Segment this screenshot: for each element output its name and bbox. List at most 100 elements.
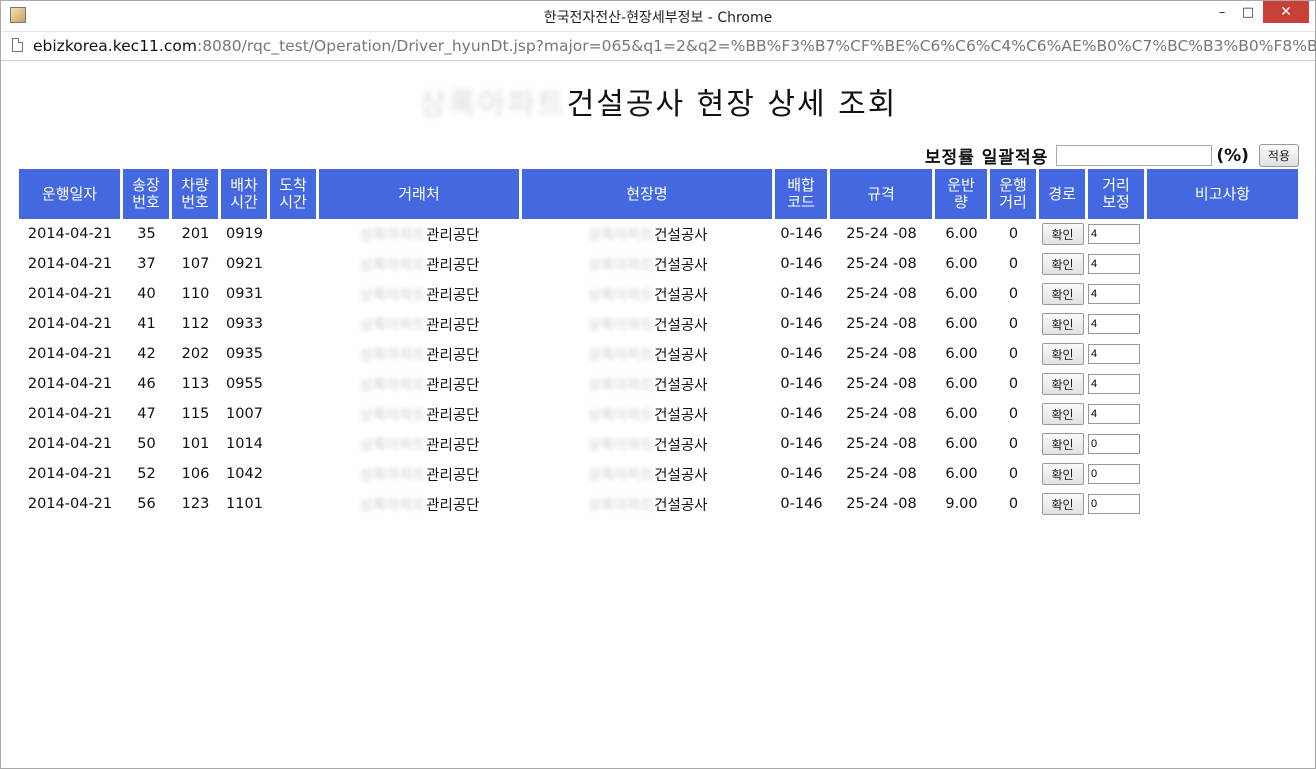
column-header: 규격 — [830, 169, 933, 219]
client-redacted: 상록아파트 — [359, 257, 427, 274]
page-title-text: 건설공사 현장 상세 조회 — [566, 87, 898, 122]
distance-correction-input[interactable] — [1088, 404, 1140, 424]
cell-distance: 0 — [1008, 406, 1019, 422]
site-name: 건설공사 — [654, 407, 708, 424]
cell-route: 확인 — [1039, 279, 1086, 309]
client-redacted: 상록아파트 — [359, 347, 427, 364]
column-header: 배합 코드 — [775, 169, 828, 219]
client-redacted: 상록아파트 — [359, 497, 427, 514]
cell-invoice: 52 — [137, 466, 156, 482]
cell-arrival-time — [270, 369, 317, 399]
title-bar: 한국전자전산-현장세부정보 - Chrome – □ ✕ — [1, 1, 1315, 32]
route-confirm-button[interactable]: 확인 — [1041, 223, 1084, 245]
route-confirm-button[interactable]: 확인 — [1041, 403, 1084, 425]
close-button[interactable]: ✕ — [1263, 1, 1309, 23]
client-name: 관리공단 — [426, 287, 480, 304]
distance-correction-input[interactable] — [1088, 374, 1140, 394]
cell-distance-correction — [1088, 309, 1145, 339]
route-confirm-button[interactable]: 확인 — [1041, 283, 1084, 305]
distance-correction-input[interactable] — [1088, 344, 1140, 364]
distance-correction-input[interactable] — [1088, 284, 1140, 304]
distance-correction-input[interactable] — [1088, 494, 1140, 514]
client-name: 관리공단 — [426, 227, 480, 244]
cell-client: 상록아파트관리공단 — [319, 459, 520, 489]
cell-distance: 0 — [1008, 316, 1019, 332]
distance-correction-input[interactable] — [1088, 434, 1140, 454]
distance-correction-input[interactable] — [1088, 254, 1140, 274]
cell-arrival-time — [270, 279, 317, 309]
cell-spec: 25-24 -08 — [846, 466, 917, 482]
cell-vehicle: 201 — [181, 226, 210, 242]
cell-invoice: 47 — [137, 406, 156, 422]
route-confirm-button[interactable]: 확인 — [1041, 463, 1084, 485]
window-title: 한국전자전산-현장세부정보 - Chrome — [543, 10, 773, 26]
cell-client: 상록아파트관리공단 — [319, 249, 520, 279]
cell-mix-code: 0-146 — [780, 346, 823, 362]
maximize-button[interactable]: □ — [1235, 1, 1261, 23]
table-row: 2014-04-21 46 113 0955 상록아파트관리공단 상록아파트건설공사 0-1… — [19, 369, 1299, 399]
cell-client: 상록아파트관리공단 — [319, 279, 520, 309]
distance-correction-input[interactable] — [1088, 224, 1140, 244]
cell-spec: 25-24 -08 — [846, 316, 917, 332]
cell-mix-code: 0-146 — [780, 466, 823, 482]
cell-quantity: 6.00 — [945, 286, 978, 302]
cell-mix-code: 0-146 — [780, 436, 823, 452]
client-name: 관리공단 — [426, 257, 480, 274]
bulk-rate-input[interactable] — [1056, 145, 1213, 166]
cell-route: 확인 — [1039, 249, 1086, 279]
cell-site: 상록아파트건설공사 — [522, 399, 773, 429]
cell-spec: 25-24 -08 — [846, 376, 917, 392]
route-confirm-button[interactable]: 확인 — [1041, 313, 1084, 335]
cell-distance-correction — [1088, 279, 1145, 309]
cell-distance: 0 — [1008, 376, 1019, 392]
cell-vehicle: 107 — [181, 256, 210, 272]
url-text[interactable]: ebizkorea.kec11.com:8080/rqc_test/Operat… — [33, 37, 1316, 55]
cell-distance-correction — [1088, 219, 1145, 249]
route-confirm-button[interactable]: 확인 — [1041, 343, 1084, 365]
cell-quantity: 9.00 — [945, 496, 978, 512]
cell-date: 2014-04-21 — [27, 496, 113, 512]
apply-button[interactable]: 적용 — [1258, 144, 1299, 167]
cell-dispatch-time: 0921 — [226, 256, 263, 272]
client-name: 관리공단 — [426, 437, 480, 454]
distance-correction-input[interactable] — [1088, 314, 1140, 334]
cell-distance-correction — [1088, 459, 1145, 489]
column-header: 거리 보정 — [1088, 169, 1145, 219]
route-confirm-button[interactable]: 확인 — [1041, 433, 1084, 455]
address-bar[interactable]: ebizkorea.kec11.com:8080/rqc_test/Operat… — [1, 32, 1316, 61]
client-redacted: 상록아파트 — [359, 437, 427, 454]
url-path: :8080/rqc_test/Operation/Driver_hyunDt.j… — [196, 37, 1316, 55]
column-header: 경로 — [1039, 169, 1086, 219]
cell-site: 상록아파트건설공사 — [522, 249, 773, 279]
cell-client: 상록아파트관리공단 — [319, 369, 520, 399]
cell-dispatch-time: 1007 — [226, 406, 263, 422]
client-redacted: 상록아파트 — [359, 467, 427, 484]
client-redacted: 상록아파트 — [359, 377, 427, 394]
cell-arrival-time — [270, 309, 317, 339]
route-confirm-button[interactable]: 확인 — [1041, 493, 1084, 515]
cell-date: 2014-04-21 — [27, 406, 113, 422]
site-name: 건설공사 — [654, 347, 708, 364]
cell-distance-correction — [1088, 399, 1145, 429]
cell-mix-code: 0-146 — [780, 256, 823, 272]
cell-dispatch-time: 1014 — [226, 436, 263, 452]
table-row: 2014-04-21 52 106 1042 상록아파트관리공단 상록아파트건설공사 0-1… — [19, 459, 1299, 489]
distance-correction-input[interactable] — [1088, 464, 1140, 484]
cell-client: 상록아파트관리공단 — [319, 489, 520, 519]
cell-quantity: 6.00 — [945, 316, 978, 332]
bulk-apply-label: 보정률 일괄적용 — [924, 148, 1049, 168]
cell-invoice: 41 — [137, 316, 156, 332]
minimize-button[interactable]: – — [1209, 1, 1235, 23]
cell-mix-code: 0-146 — [780, 226, 823, 242]
cell-vehicle: 112 — [181, 316, 210, 332]
cell-route: 확인 — [1039, 369, 1086, 399]
cell-distance: 0 — [1008, 346, 1019, 362]
table-row: 2014-04-21 47 115 1007 상록아파트관리공단 상록아파트건설공사 0-1… — [19, 399, 1299, 429]
table-body: 2014-04-21 35 201 0919 상록아파트관리공단 상록아파트건설공사 0-1… — [19, 219, 1299, 519]
column-header: 비고사항 — [1147, 169, 1299, 219]
site-name: 건설공사 — [654, 257, 708, 274]
route-confirm-button[interactable]: 확인 — [1041, 253, 1084, 275]
cell-distance: 0 — [1008, 286, 1019, 302]
cell-distance: 0 — [1008, 226, 1019, 242]
route-confirm-button[interactable]: 확인 — [1041, 373, 1084, 395]
